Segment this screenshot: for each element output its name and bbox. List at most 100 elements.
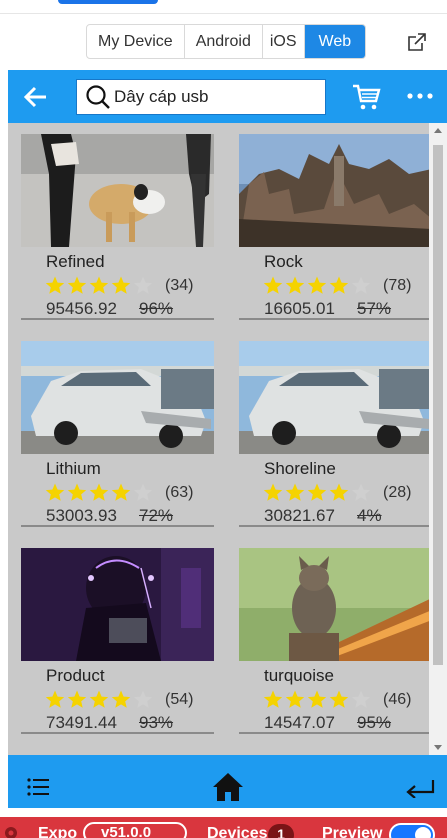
star-filled-icon xyxy=(329,276,349,294)
product-name: Lithium xyxy=(46,459,101,478)
star-filled-icon xyxy=(89,690,109,708)
product-image xyxy=(239,548,429,661)
product-card[interactable]: turquoise (46) 14547.07 95% xyxy=(239,548,429,738)
review-count: (63) xyxy=(165,484,194,501)
star-filled-icon xyxy=(263,483,283,501)
product-price: 14547.07 xyxy=(264,713,335,732)
tab-my-device[interactable]: My Device xyxy=(87,25,185,58)
arrow-left-icon[interactable] xyxy=(22,83,50,111)
search-bar[interactable] xyxy=(76,79,326,115)
star-empty-icon xyxy=(133,276,153,294)
search-icon xyxy=(86,85,110,109)
toolbar-button-edge[interactable] xyxy=(58,0,158,4)
rating-stars xyxy=(262,482,372,502)
scrollbar[interactable] xyxy=(429,123,447,758)
card-divider xyxy=(239,732,429,734)
product-price: 30821.67 xyxy=(264,506,335,525)
product-price: 73491.44 xyxy=(46,713,117,732)
star-filled-icon xyxy=(67,276,87,294)
card-divider xyxy=(21,732,214,734)
review-count: (78) xyxy=(383,277,412,294)
star-filled-icon xyxy=(263,276,283,294)
rating-stars xyxy=(262,689,372,709)
search-input[interactable] xyxy=(114,87,314,107)
product-card[interactable]: Shoreline (28) 30821.67 4% xyxy=(239,341,429,531)
star-empty-icon xyxy=(133,690,153,708)
scrollbar-thumb[interactable] xyxy=(433,145,443,665)
app-header xyxy=(8,70,447,123)
star-filled-icon xyxy=(285,690,305,708)
product-name: Product xyxy=(46,666,105,685)
gear-icon[interactable] xyxy=(3,825,19,838)
product-price: 53003.93 xyxy=(46,506,117,525)
product-name: Rock xyxy=(264,252,303,271)
card-divider xyxy=(239,525,429,527)
cart-icon[interactable] xyxy=(351,82,381,112)
star-filled-icon xyxy=(307,483,327,501)
product-price: 16605.01 xyxy=(264,299,335,318)
product-image xyxy=(239,134,429,247)
product-price: 95456.92 xyxy=(46,299,117,318)
star-empty-icon xyxy=(133,483,153,501)
open-external-icon[interactable] xyxy=(405,30,429,54)
tab-android[interactable]: Android xyxy=(185,25,263,58)
discount-percent: 95% xyxy=(357,713,392,732)
star-empty-icon xyxy=(351,690,371,708)
product-image xyxy=(21,134,214,247)
discount-percent: 72% xyxy=(139,506,174,525)
rating-stars xyxy=(44,689,154,709)
discount-percent: 57% xyxy=(357,299,392,318)
list-icon[interactable] xyxy=(26,775,50,799)
platform-tabs: My Device Android iOS Web xyxy=(86,24,367,59)
star-filled-icon xyxy=(67,483,87,501)
review-count: (34) xyxy=(165,277,194,294)
discount-percent: 4% xyxy=(357,506,382,525)
star-filled-icon xyxy=(285,276,305,294)
product-card[interactable]: Refined (34) 95456.92 96% xyxy=(21,134,214,324)
product-grid: Refined (34) 95456.92 96% Rock (78) 1660… xyxy=(8,123,429,758)
product-card[interactable]: Rock (78) 16605.01 57% xyxy=(239,134,429,324)
star-filled-icon xyxy=(285,483,305,501)
star-empty-icon xyxy=(351,483,371,501)
return-arrow-icon[interactable] xyxy=(405,776,435,798)
scroll-down-icon[interactable] xyxy=(434,745,442,750)
preview-toggle[interactable] xyxy=(389,823,435,838)
card-divider xyxy=(21,525,214,527)
star-filled-icon xyxy=(307,690,327,708)
more-horizontal-icon[interactable] xyxy=(406,82,434,110)
scroll-up-icon[interactable] xyxy=(434,128,442,133)
star-empty-icon xyxy=(351,276,371,294)
star-filled-icon xyxy=(89,276,109,294)
product-image xyxy=(239,341,429,454)
product-image xyxy=(21,548,214,661)
star-filled-icon xyxy=(45,276,65,294)
tab-ios[interactable]: iOS xyxy=(263,25,305,58)
star-filled-icon xyxy=(329,690,349,708)
review-count: (28) xyxy=(383,484,412,501)
tab-web[interactable]: Web xyxy=(304,25,366,58)
app-frame: Refined (34) 95456.92 96% Rock (78) 1660… xyxy=(8,70,447,785)
star-filled-icon xyxy=(45,483,65,501)
top-toolbar-edge xyxy=(0,0,447,14)
review-count: (54) xyxy=(165,691,194,708)
product-name: Shoreline xyxy=(264,459,336,478)
star-filled-icon xyxy=(67,690,87,708)
rating-stars xyxy=(44,482,154,502)
devices-label[interactable]: Devices xyxy=(207,825,268,838)
product-name: Refined xyxy=(46,252,105,271)
app-left-edge xyxy=(0,70,8,785)
star-filled-icon xyxy=(45,690,65,708)
product-image xyxy=(21,341,214,454)
star-filled-icon xyxy=(89,483,109,501)
expo-label: Expo xyxy=(38,825,78,838)
product-card[interactable]: Lithium (63) 53003.93 72% xyxy=(21,341,214,531)
rating-stars xyxy=(262,275,372,295)
card-divider xyxy=(21,318,214,320)
home-icon[interactable] xyxy=(211,771,245,803)
star-filled-icon xyxy=(263,690,283,708)
preview-label: Preview xyxy=(322,825,383,838)
product-card[interactable]: Product (54) 73491.44 93% xyxy=(21,548,214,738)
card-divider xyxy=(239,318,429,320)
version-selector[interactable]: v51.0.0 xyxy=(83,822,187,838)
review-count: (46) xyxy=(383,691,412,708)
